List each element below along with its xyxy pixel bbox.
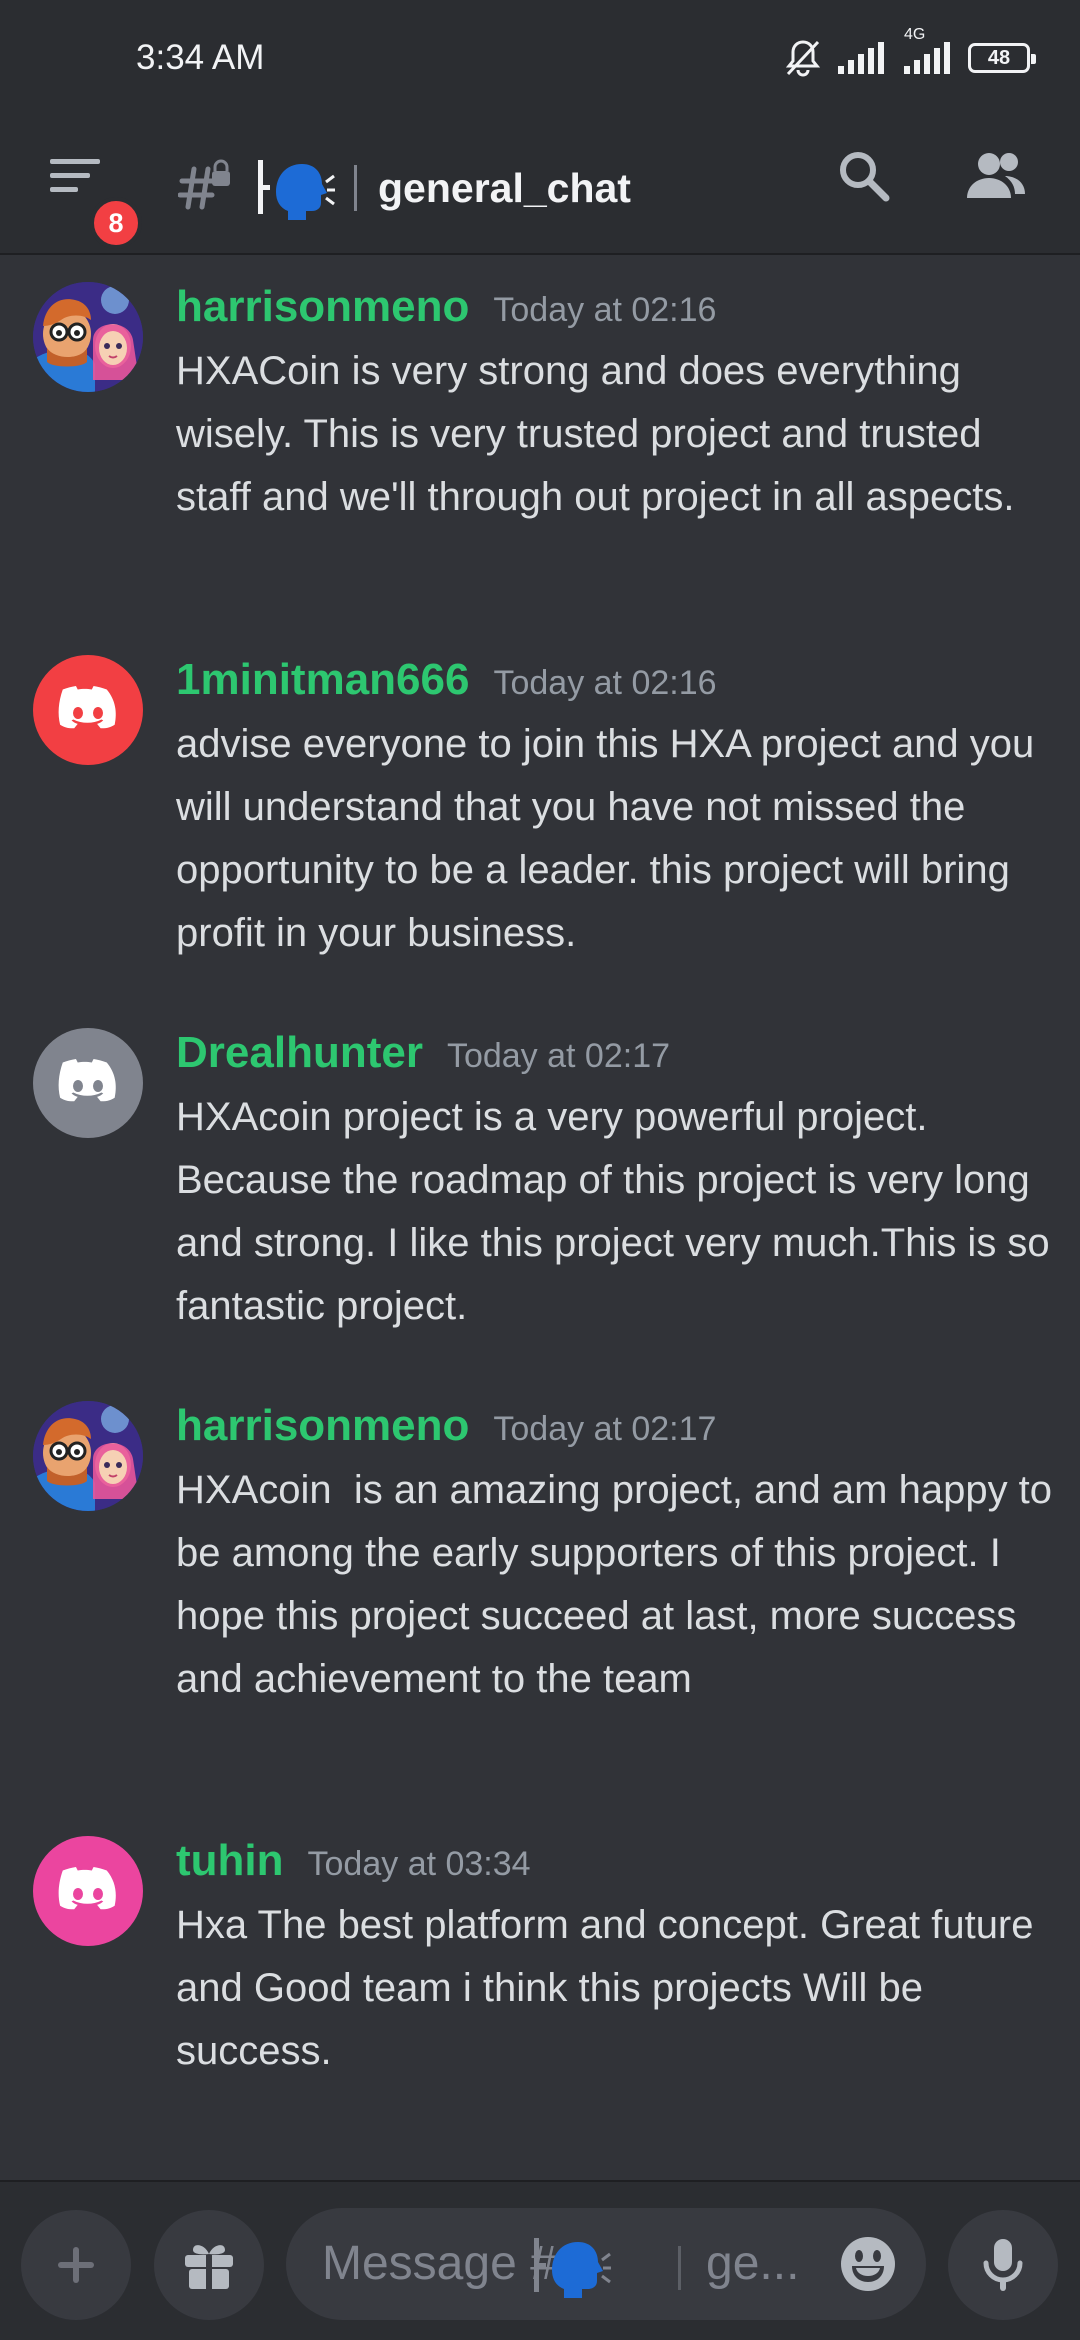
search-icon bbox=[840, 152, 890, 202]
status-icons: 4G 48 bbox=[784, 26, 1036, 78]
input-divider bbox=[678, 2246, 681, 2290]
timestamp: Today at 02:16 bbox=[493, 664, 717, 702]
avatar[interactable] bbox=[33, 1836, 143, 1946]
speaking-head-icon bbox=[256, 152, 336, 222]
message-header: harrisonmeno Today at 02:17 bbox=[176, 1401, 716, 1451]
avatar[interactable] bbox=[33, 655, 143, 765]
channel-header: 8 general_chat bbox=[0, 125, 1080, 255]
message-text: HXACoin is very strong and does everythi… bbox=[176, 349, 1015, 519]
battery-level: 48 bbox=[987, 46, 1011, 69]
username[interactable]: 1minitman666 bbox=[176, 655, 469, 705]
gift-icon bbox=[185, 2245, 233, 2289]
cartoon-couple-avatar-icon bbox=[33, 282, 143, 392]
username[interactable]: harrisonmeno bbox=[176, 1401, 469, 1451]
composer-bar: Message # ge... bbox=[0, 2180, 1080, 2340]
avatar[interactable] bbox=[33, 1028, 143, 1138]
avatar[interactable] bbox=[33, 282, 143, 392]
emoji-button[interactable] bbox=[838, 2234, 898, 2299]
message-header: tuhin Today at 03:34 bbox=[176, 1836, 531, 1886]
timestamp: Today at 02:17 bbox=[493, 1410, 717, 1448]
discord-logo-icon bbox=[58, 1059, 116, 1102]
input-placeholder-suffix: ge... bbox=[706, 2237, 800, 2290]
search-button[interactable] bbox=[836, 148, 892, 209]
member-list-button[interactable] bbox=[965, 150, 1027, 205]
channel-name[interactable]: general_chat bbox=[378, 155, 631, 221]
timestamp: Today at 02:17 bbox=[446, 1037, 671, 1075]
notification-badge: 8 bbox=[90, 197, 142, 249]
smile-icon bbox=[841, 2237, 895, 2291]
locked-channel-icon bbox=[177, 157, 234, 217]
cartoon-couple-avatar-icon bbox=[33, 1401, 143, 1511]
message-header: harrisonmeno Today at 02:16 bbox=[176, 282, 716, 332]
message-text: Hxa The best platform and concept. Great… bbox=[176, 1903, 1045, 2073]
signal-4g-icon: 4G bbox=[902, 26, 954, 76]
username[interactable]: harrisonmeno bbox=[176, 282, 469, 332]
message-input[interactable]: Message # ge... bbox=[286, 2208, 926, 2320]
speaking-head-icon bbox=[530, 2230, 614, 2305]
discord-logo-icon bbox=[58, 1867, 116, 1910]
discord-logo-icon bbox=[58, 686, 116, 729]
gift-button[interactable] bbox=[154, 2210, 264, 2320]
menu-button[interactable]: 8 bbox=[48, 155, 142, 249]
message-header: 1minitman666 Today at 02:16 bbox=[176, 655, 717, 705]
username[interactable]: tuhin bbox=[176, 1836, 284, 1886]
message-list[interactable]: harrisonmeno Today at 02:16 HXACoin is v… bbox=[0, 255, 1080, 2180]
microphone-icon bbox=[983, 2239, 1023, 2291]
message-text: HXAcoin project is a very powerful proje… bbox=[176, 1095, 1061, 1328]
hamburger-icon bbox=[50, 159, 100, 192]
members-icon bbox=[967, 153, 1025, 198]
timestamp: Today at 02:16 bbox=[493, 291, 717, 329]
status-bar: 3:34 AM 4G 48 bbox=[0, 0, 1080, 125]
message-text: advise everyone to join this HXA project… bbox=[176, 722, 1046, 955]
username[interactable]: Drealhunter bbox=[176, 1028, 423, 1078]
signal-icon bbox=[836, 40, 888, 76]
message-text: HXAcoin is an amazing project, and am ha… bbox=[176, 1468, 1064, 1701]
header-divider bbox=[354, 165, 357, 211]
add-attachment-button[interactable] bbox=[21, 2210, 131, 2320]
timestamp: Today at 03:34 bbox=[307, 1845, 531, 1883]
input-placeholder: Message # bbox=[322, 2237, 557, 2290]
plus-icon bbox=[58, 2247, 94, 2283]
status-time: 3:34 AM bbox=[136, 38, 265, 77]
battery-icon: 48 bbox=[968, 43, 1036, 73]
message-header: Drealhunter Today at 02:17 bbox=[176, 1028, 670, 1078]
network-type: 4G bbox=[904, 26, 926, 43]
mute-bell-icon bbox=[784, 38, 822, 78]
avatar[interactable] bbox=[33, 1401, 143, 1511]
voice-message-button[interactable] bbox=[948, 2210, 1058, 2320]
